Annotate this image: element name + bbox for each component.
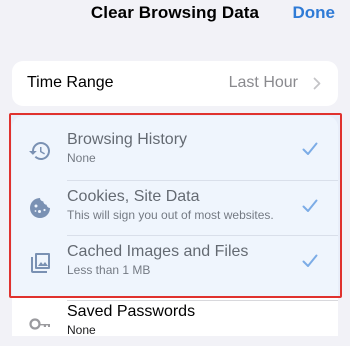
list-item-saved-passwords[interactable]: Saved Passwords None <box>12 300 338 346</box>
checkmark-icon[interactable] <box>302 254 318 268</box>
item-subtitle: This will sign you out of most websites. <box>67 208 274 222</box>
item-title: Cached Images and Files <box>67 243 249 260</box>
time-range-value: Last Hour <box>228 74 298 91</box>
list-item-browsing-history[interactable]: Browsing History None <box>12 128 338 174</box>
time-range-label: Time Range <box>27 74 114 91</box>
image-icon <box>31 253 50 273</box>
checkmark-icon[interactable] <box>302 199 318 213</box>
navigation-bar: Clear Browsing Data Done <box>0 0 350 30</box>
time-range-row[interactable]: Time Range Last Hour <box>12 61 338 106</box>
item-subtitle: Less than 1 MB <box>67 263 151 277</box>
checkmark-icon[interactable] <box>302 142 318 156</box>
item-title: Cookies, Site Data <box>67 188 200 205</box>
list-item-cookies-site-data[interactable]: Cookies, Site Data This will sign you ou… <box>12 185 338 231</box>
data-types-list: Browsing History None Cookies, Site Data… <box>12 116 338 337</box>
key-icon <box>29 318 50 330</box>
list-item-cached-images[interactable]: Cached Images and Files Less than 1 MB <box>12 240 338 286</box>
divider <box>67 235 338 236</box>
done-button[interactable]: Done <box>293 3 336 23</box>
item-subtitle: None <box>67 323 96 337</box>
item-title: Browsing History <box>67 131 188 148</box>
history-icon <box>29 142 50 160</box>
item-title: Saved Passwords <box>67 303 196 320</box>
chevron-right-icon <box>313 77 321 90</box>
cookie-icon <box>30 198 50 218</box>
item-subtitle: None <box>67 151 96 165</box>
divider <box>67 180 338 181</box>
